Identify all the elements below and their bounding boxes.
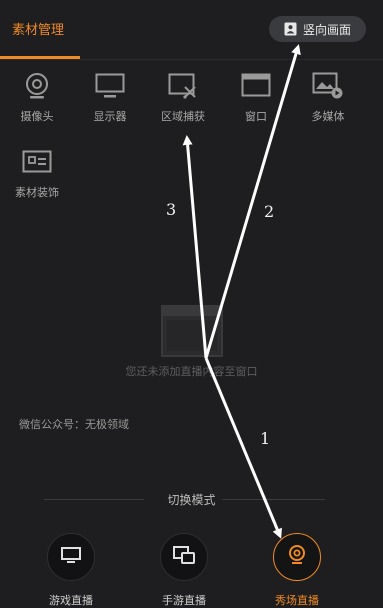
source-decoration[interactable]: 素材装饰 [5,148,69,210]
mode-mobile-game-live[interactable]: 手游直播 [148,533,220,608]
source-region-capture[interactable]: 区域捕获 [151,72,215,134]
source-label: 区域捕获 [161,110,205,123]
source-label: 素材装饰 [15,186,59,199]
source-label: 显示器 [93,110,127,123]
portrait-mode-button[interactable]: 竖向画面 [269,16,366,42]
tv-icon [61,546,81,568]
webcam-icon [288,545,306,569]
source-window[interactable]: 窗口 [224,72,288,134]
mode-showroom-live[interactable]: 秀场直播 [261,533,333,608]
header-divider [0,59,383,60]
monitor-icon [78,72,142,100]
mode-section-title: 切换模式 [167,493,216,507]
camera-icon [5,72,69,100]
portrait-button-label: 竖向画面 [302,22,351,37]
mobile-screen-icon [173,546,195,568]
mode-game-live[interactable]: 游戏直播 [35,533,107,608]
source-label: 摄像头 [20,110,54,123]
source-label: 窗口 [245,110,267,123]
annotation-label-3: 3 [166,200,177,219]
watermark-text: 微信公众号：无极领域 [19,418,129,431]
source-monitor[interactable]: 显示器 [78,72,142,134]
source-label: 多媒体 [311,110,345,123]
region-capture-icon [151,72,215,100]
mode-label: 手游直播 [162,594,206,607]
source-media[interactable]: 多媒体 [296,72,360,134]
window-empty-icon [160,305,223,357]
annotation-label-2: 2 [264,202,275,221]
source-camera[interactable]: 摄像头 [5,72,69,134]
portrait-icon [284,22,297,36]
mode-game-circle[interactable] [47,533,95,581]
decoration-icon [5,148,69,176]
empty-state: 您还未添加直播内容至窗口 [0,305,383,379]
empty-state-text: 您还未添加直播内容至窗口 [125,365,258,378]
tab-material-management[interactable]: 素材管理 [0,18,76,44]
header: 素材管理 竖向画面 [0,0,383,62]
mode-showroom-circle[interactable] [273,533,321,581]
window-icon [224,72,288,100]
mode-mobile-circle[interactable] [160,533,208,581]
mode-label: 游戏直播 [49,594,93,607]
media-icon [296,72,360,100]
mode-label: 秀场直播 [275,594,319,607]
annotation-label-1: 1 [260,429,271,448]
